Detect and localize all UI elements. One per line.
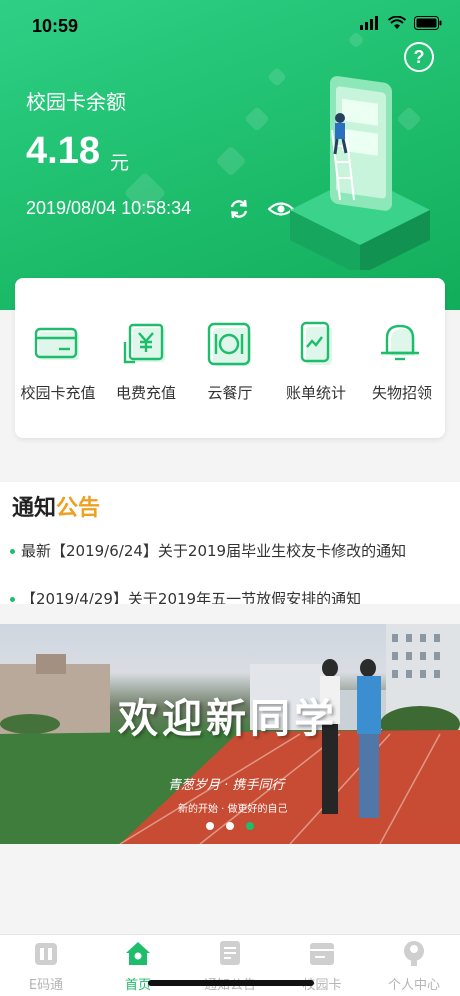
banner-tagline: 新的开始 · 做更好的自己 [178,804,288,815]
balance-timestamp: 2019/08/04 10:58:34 [26,198,192,218]
wifi-icon [388,16,406,29]
yuan-icon [123,323,165,364]
tab-label: 个人中心 [387,978,440,993]
carousel-dot[interactable] [226,822,234,830]
phone-ladder-illustration [290,76,430,270]
tab-personal-center[interactable]: 个人中心 [368,939,460,993]
service-item-card-recharge[interactable]: 校园卡充值 [13,320,103,403]
service-label: 失物招领 [371,384,432,402]
notice-title-part2: 公告 [56,496,101,521]
service-item-lost-found[interactable]: 失物招领 [357,320,447,403]
balance-unit: 元 [110,152,130,174]
service-label: 校园卡充值 [20,384,96,402]
balance-amount: 4.18 [26,130,100,172]
signal-icon [360,16,378,30]
tab-label: E码通 [28,978,64,993]
notice-item-text: 最新【2019/6/24】关于2019届毕业生校友卡修改的通知 [21,542,407,560]
notice-title-part1: 通知 [12,496,57,521]
service-item-electricity[interactable]: 电费充值 [101,320,191,403]
banner-subtitle: 青葱岁月 · 携手同行 [168,778,285,793]
campus-card-icon [310,943,334,965]
person-icon [404,941,424,966]
card-icon [34,327,79,360]
battery-icon [414,16,442,30]
refresh-icon[interactable] [228,198,250,220]
chart-icon [300,321,332,365]
carousel-indicator[interactable] [206,822,254,830]
service-card: 校园卡充值 电费充值 云餐厅 账单统计 失物招领 [15,278,445,438]
home-icon [126,942,150,965]
notice-item[interactable]: 最新【2019/6/24】关于2019届毕业生校友卡修改的通知 [10,540,406,561]
service-label: 账单统计 [285,384,346,402]
service-label: 云餐厅 [207,384,253,402]
dining-icon [207,322,251,366]
banner-title: 欢迎新同学 [118,695,338,742]
balance-header: 10:59 ? 校园卡余额 4.18 元 2019/08/04 10:58:34 [0,0,460,310]
notice-section: 通知公告 最新【2019/6/24】关于2019届毕业生校友卡修改的通知 【20… [0,482,460,604]
service-label: 电费充值 [115,384,176,402]
bullet-icon [10,549,15,554]
banner-carousel[interactable]: 欢迎新同学 青葱岁月 · 携手同行 新的开始 · 做更好的自己 [0,624,460,844]
tab-ecode[interactable]: E码通 [0,939,92,993]
notice-icon [220,941,240,965]
bell-icon [381,324,419,361]
balance-label: 校园卡余额 [26,90,126,114]
notice-title: 通知公告 [12,490,100,522]
status-time: 10:59 [32,16,79,36]
notice-item-text: 【2019/4/29】关于2019年五一节放假安排的通知 [21,590,362,604]
bullet-icon [10,597,15,602]
tab-bar: E码通 首页 通知公告 校园卡 个人中心 [0,934,460,996]
service-item-bill-stats[interactable]: 账单统计 [271,320,361,403]
status-bar: 10:59 [0,0,460,56]
home-indicator[interactable] [148,980,314,986]
code-icon [35,943,57,965]
notice-item[interactable]: 【2019/4/29】关于2019年五一节放假安排的通知 [10,588,361,604]
service-item-dining[interactable]: 云餐厅 [185,320,275,403]
carousel-dot-active[interactable] [246,822,254,830]
carousel-dot[interactable] [206,822,214,830]
status-icons [360,16,442,30]
